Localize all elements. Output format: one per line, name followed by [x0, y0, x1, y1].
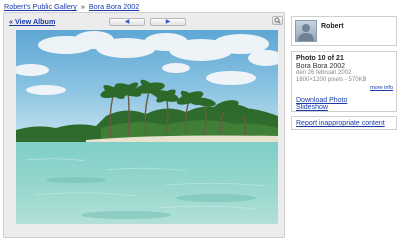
zoom-button[interactable]: [272, 16, 283, 25]
main-photo[interactable]: [16, 30, 278, 224]
photo-count: Photo 10 of 21: [296, 55, 344, 62]
user-silhouette-icon: [298, 24, 314, 41]
arrow-right-icon: ▶: [165, 19, 171, 25]
photo-viewer-panel: « View Album ◀ ▶: [3, 12, 285, 238]
magnifier-icon: [274, 17, 281, 24]
avatar[interactable]: [295, 20, 317, 42]
owner-profile-card: Robert: [291, 16, 397, 46]
photo-info-panel: Photo 10 of 21 Bora Bora 2002 den 26 feb…: [291, 51, 397, 112]
download-photo-link[interactable]: Download Photo: [296, 97, 347, 104]
previous-photo-button[interactable]: ◀: [109, 18, 145, 26]
owner-name: Robert: [321, 23, 344, 30]
breadcrumb-album-link[interactable]: Bora Bora 2002: [89, 2, 139, 11]
album-name: Bora Bora 2002: [296, 63, 346, 70]
breadcrumb-separator: »: [80, 2, 85, 11]
photo-date: den 26 februari 2002: [296, 70, 352, 76]
more-info-link[interactable]: more info: [370, 85, 393, 91]
report-content-link[interactable]: Report inappropriate content: [296, 120, 385, 127]
breadcrumb-gallery-link[interactable]: Robert's Public Gallery: [4, 2, 77, 11]
beach-photo-image: [16, 30, 278, 224]
report-panel: Report inappropriate content: [291, 116, 397, 130]
view-album-link[interactable]: « View Album: [9, 17, 55, 26]
slideshow-link[interactable]: Slideshow: [296, 104, 328, 111]
arrow-left-icon: ◀: [124, 19, 130, 25]
breadcrumb: Robert's Public Gallery » Bora Bora 2002: [4, 2, 139, 11]
photo-size: 1600×1200 pixels - 570KB: [296, 77, 367, 83]
next-photo-button[interactable]: ▶: [150, 18, 186, 26]
